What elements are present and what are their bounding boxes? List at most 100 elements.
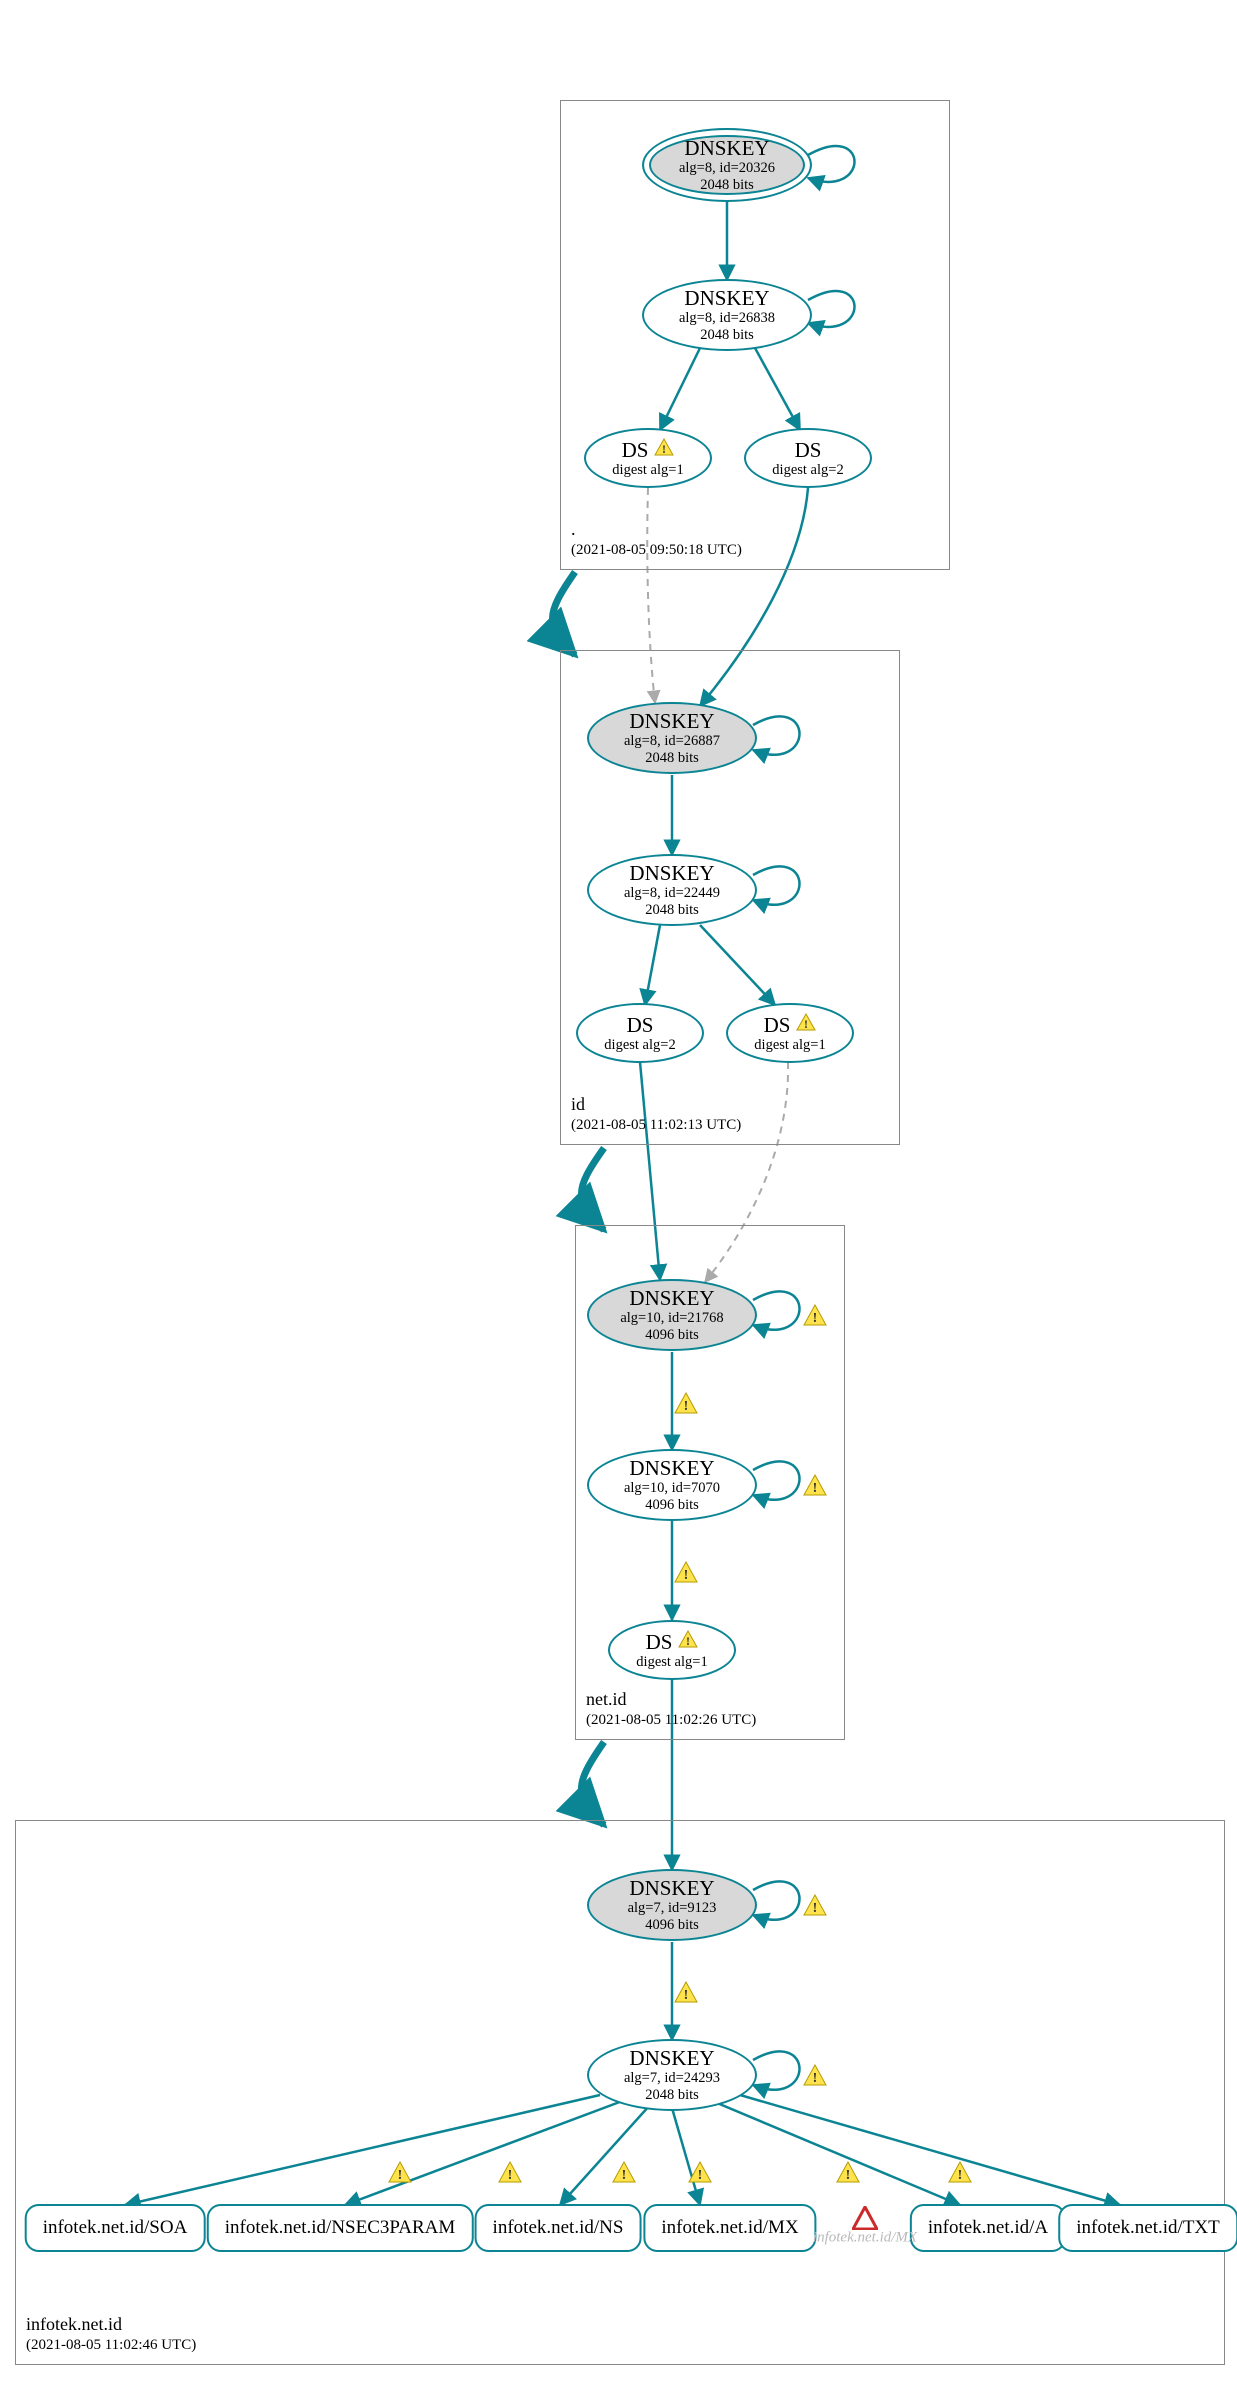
ds-title: DS: [764, 1013, 791, 1037]
warning-icon[interactable]: !: [803, 1474, 827, 1496]
rr-label: infotek.net.id/TXT: [1076, 2217, 1220, 2239]
node-id-zsk[interactable]: DNSKEY alg=8, id=22449 2048 bits: [587, 854, 757, 926]
zone-id-ts: (2021-08-05 11:02:13 UTC): [571, 1116, 741, 1134]
zone-leaf-name: infotek.net.id: [26, 2314, 196, 2336]
warning-icon[interactable]: !: [612, 2161, 636, 2183]
node-root-ds1[interactable]: DS ! digest alg=1: [584, 428, 712, 488]
dnskey-sub: alg=7, id=24293: [624, 2070, 720, 2087]
warning-icon: !: [654, 438, 674, 461]
warning-icon[interactable]: !: [388, 2161, 412, 2183]
dnskey-sub2: 4096 bits: [645, 1497, 699, 1514]
dnskey-sub2: 4096 bits: [645, 1917, 699, 1934]
warning-icon[interactable]: !: [948, 2161, 972, 2183]
svg-text:!: !: [508, 2168, 513, 2183]
zone-id-name: id: [571, 1094, 741, 1116]
warning-icon[interactable]: !: [498, 2161, 522, 2183]
svg-text:!: !: [684, 1988, 689, 2003]
rr-label: infotek.net.id/MX: [661, 2217, 798, 2239]
warning-icon[interactable]: !: [674, 1561, 698, 1583]
zone-root-ts: (2021-08-05 09:50:18 UTC): [571, 541, 742, 559]
dnskey-sub2: 2048 bits: [700, 177, 754, 194]
dnskey-sub2: 2048 bits: [645, 2087, 699, 2104]
dnskey-sub: alg=8, id=22449: [624, 885, 720, 902]
zone-netid-ts: (2021-08-05 11:02:26 UTC): [586, 1711, 756, 1729]
node-leaf-ksk[interactable]: DNSKEY alg=7, id=9123 4096 bits: [587, 1869, 757, 1941]
error-icon[interactable]: [852, 2206, 878, 2230]
node-root-zsk[interactable]: DNSKEY alg=8, id=26838 2048 bits: [642, 279, 812, 351]
rr-a[interactable]: infotek.net.id/A: [910, 2204, 1066, 2252]
svg-text:!: !: [813, 1481, 818, 1496]
node-root-ksk[interactable]: DNSKEY alg=8, id=20326 2048 bits: [642, 128, 812, 202]
node-id-ds1[interactable]: DS ! digest alg=1: [726, 1003, 854, 1063]
node-netid-zsk[interactable]: DNSKEY alg=10, id=7070 4096 bits: [587, 1449, 757, 1521]
svg-text:!: !: [662, 442, 666, 456]
dnskey-sub: alg=8, id=20326: [679, 160, 775, 177]
dnskey-title: DNSKEY: [629, 2046, 714, 2070]
rr-label: infotek.net.id/SOA: [43, 2217, 188, 2239]
dnskey-sub2: 2048 bits: [645, 750, 699, 767]
warning-icon: !: [678, 1630, 698, 1653]
warning-icon[interactable]: !: [803, 1304, 827, 1326]
svg-text:!: !: [622, 2168, 627, 2183]
ds-title: DS: [646, 1630, 673, 1654]
dnskey-title: DNSKEY: [629, 861, 714, 885]
rr-label: infotek.net.id/NSEC3PARAM: [225, 2217, 456, 2239]
dnskey-sub: alg=10, id=7070: [624, 1480, 720, 1497]
rr-txt[interactable]: infotek.net.id/TXT: [1058, 2204, 1237, 2252]
zone-leaf-ts: (2021-08-05 11:02:46 UTC): [26, 2336, 196, 2354]
ds-sub: digest alg=1: [754, 1037, 825, 1054]
warning-icon[interactable]: !: [803, 1894, 827, 1916]
ds-title: DS: [795, 438, 822, 462]
mx-error-label: infotek.net.id/MX: [813, 2230, 917, 2247]
node-id-ksk[interactable]: DNSKEY alg=8, id=26887 2048 bits: [587, 702, 757, 774]
ds-sub: digest alg=2: [604, 1037, 675, 1054]
rr-label: infotek.net.id/A: [928, 2217, 1048, 2239]
dnskey-sub2: 2048 bits: [700, 327, 754, 344]
zone-netid-name: net.id: [586, 1689, 756, 1711]
dnskey-title: DNSKEY: [629, 709, 714, 733]
warning-icon[interactable]: !: [674, 1981, 698, 2003]
svg-text:!: !: [398, 2168, 403, 2183]
node-netid-ds1[interactable]: DS ! digest alg=1: [608, 1620, 736, 1680]
node-leaf-zsk[interactable]: DNSKEY alg=7, id=24293 2048 bits: [587, 2039, 757, 2111]
warning-icon[interactable]: !: [688, 2161, 712, 2183]
svg-text:!: !: [698, 2168, 703, 2183]
dnskey-sub2: 4096 bits: [645, 1327, 699, 1344]
dnsviz-graph: . (2021-08-05 09:50:18 UTC) id (2021-08-…: [0, 0, 1237, 2382]
rr-ns[interactable]: infotek.net.id/NS: [475, 2204, 642, 2252]
dnskey-title: DNSKEY: [684, 136, 769, 160]
svg-text:!: !: [813, 1901, 818, 1916]
svg-text:!: !: [684, 1568, 689, 1583]
ds-sub: digest alg=1: [612, 462, 683, 479]
dnskey-title: DNSKEY: [629, 1876, 714, 1900]
svg-text:!: !: [686, 1634, 690, 1648]
zone-root-name: .: [571, 519, 742, 541]
dnskey-sub: alg=7, id=9123: [628, 1900, 717, 1917]
svg-text:!: !: [813, 2071, 818, 2086]
dnskey-title: DNSKEY: [629, 1456, 714, 1480]
warning-icon[interactable]: !: [803, 2064, 827, 2086]
svg-text:!: !: [813, 1311, 818, 1326]
node-root-ds2[interactable]: DS digest alg=2: [744, 428, 872, 488]
svg-text:!: !: [804, 1017, 808, 1031]
ds-title: DS: [627, 1013, 654, 1037]
warning-icon: !: [796, 1013, 816, 1036]
rr-label: infotek.net.id/NS: [493, 2217, 624, 2239]
node-id-ds2[interactable]: DS digest alg=2: [576, 1003, 704, 1063]
rr-nsec3param[interactable]: infotek.net.id/NSEC3PARAM: [207, 2204, 474, 2252]
ds-title: DS: [622, 438, 649, 462]
dnskey-sub: alg=10, id=21768: [620, 1310, 723, 1327]
svg-text:!: !: [846, 2168, 851, 2183]
dnskey-sub2: 2048 bits: [645, 902, 699, 919]
rr-mx[interactable]: infotek.net.id/MX: [643, 2204, 816, 2252]
dnskey-title: DNSKEY: [629, 1286, 714, 1310]
svg-text:!: !: [958, 2168, 963, 2183]
dnskey-sub: alg=8, id=26838: [679, 310, 775, 327]
node-netid-ksk[interactable]: DNSKEY alg=10, id=21768 4096 bits: [587, 1279, 757, 1351]
rr-soa[interactable]: infotek.net.id/SOA: [25, 2204, 206, 2252]
dnskey-title: DNSKEY: [684, 286, 769, 310]
warning-icon[interactable]: !: [674, 1392, 698, 1414]
warning-icon[interactable]: !: [836, 2161, 860, 2183]
ds-sub: digest alg=2: [772, 462, 843, 479]
dnskey-sub: alg=8, id=26887: [624, 733, 720, 750]
